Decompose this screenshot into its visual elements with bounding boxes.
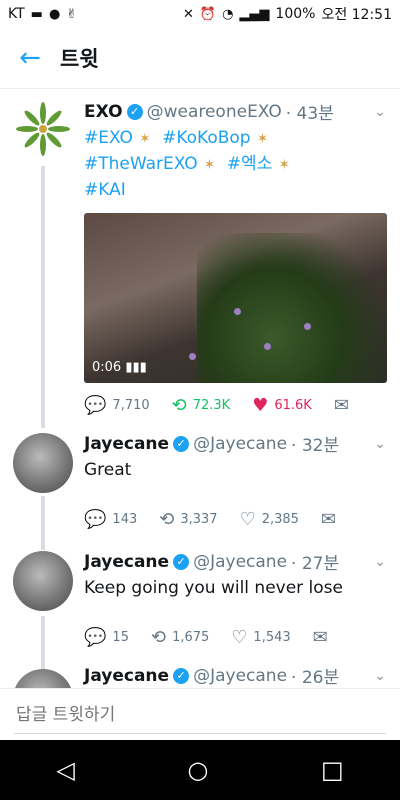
avatar[interactable] — [13, 551, 73, 611]
nav-recents-icon[interactable]: □ — [321, 756, 344, 784]
tweet-time: · 27분 — [291, 554, 340, 574]
verified-icon: ✓ — [173, 553, 190, 570]
reply-icon: 💬 — [84, 509, 107, 530]
avatar[interactable] — [13, 99, 73, 159]
chevron-down-icon[interactable]: ⌄ — [374, 436, 386, 452]
message-icon: ▬ — [30, 6, 43, 22]
flower — [304, 323, 311, 330]
tweet-actions: 💬 7,710 ⟲ 72.3K ♥ 61.6K ✉ — [84, 395, 388, 416]
tweet-actions: 💬 15 ⟲ 1,675 ♡ 1,543 ✉ — [84, 627, 388, 648]
verified-icon: ✓ — [173, 435, 190, 452]
author-name[interactable]: Jayecane — [84, 666, 169, 686]
hashtag[interactable]: #KAI — [84, 180, 126, 200]
tweet-text: Great — [84, 460, 132, 480]
page-title: 트윗 — [60, 47, 99, 71]
author-handle[interactable]: @Jayecane — [193, 666, 287, 686]
retweet-icon: ⟲ — [159, 509, 175, 530]
author-name[interactable]: EXO — [84, 102, 123, 122]
reply-composer — [0, 688, 400, 741]
retweet-button[interactable]: ⟲ 3,337 — [159, 509, 217, 530]
reply-icon: 💬 — [84, 627, 107, 648]
nav-home-icon[interactable]: ○ — [187, 756, 208, 784]
leaf-logo-icon — [16, 102, 70, 156]
chevron-down-icon[interactable]: ⌄ — [374, 554, 386, 570]
avatar[interactable] — [13, 433, 73, 493]
sparkle-icon: ✶ — [138, 131, 151, 147]
nav-back-icon[interactable]: ◁ — [56, 756, 74, 784]
volume-bars-icon: ▮▮▮ — [125, 360, 147, 375]
clock: 오전 12:51 — [321, 7, 392, 23]
tweet-time: · 43분 — [285, 104, 334, 124]
battery-level: 100% — [275, 6, 316, 22]
chevron-down-icon[interactable]: ⌄ — [374, 104, 386, 120]
author-handle[interactable]: @Jayecane — [193, 434, 287, 454]
heart-icon: ♡ — [231, 627, 248, 648]
retweet-icon: ⟲ — [150, 627, 167, 648]
author-name[interactable]: Jayecane — [84, 434, 169, 454]
verified-icon: ✓ — [126, 103, 143, 120]
carrier-label: KT — [8, 6, 25, 22]
tweet-text: Keep going you will never lose — [84, 578, 344, 598]
reply-input[interactable] — [14, 697, 386, 734]
video-duration: 0:06 ▮▮▮ — [92, 360, 147, 375]
chevron-down-icon[interactable]: ⌄ — [374, 668, 386, 684]
signal-icon: ▂▄▆ — [239, 6, 270, 22]
retweet-button[interactable]: ⟲ 72.3K — [172, 395, 231, 416]
wifi-icon: ◔ — [222, 6, 234, 22]
hashtag[interactable]: #EXO — [84, 128, 133, 148]
dm-button[interactable]: ✉ — [321, 509, 336, 530]
mail-icon: ✉ — [333, 395, 349, 416]
reply-icon: 💬 — [84, 395, 107, 416]
hashtag[interactable]: #TheWarEXO — [84, 154, 198, 174]
flower — [234, 308, 241, 315]
system-nav-bar: ◁ ○ □ — [0, 740, 400, 800]
author-name[interactable]: Jayecane — [84, 552, 169, 572]
reply-button[interactable]: 💬 7,710 — [84, 395, 150, 416]
like-button[interactable]: ♥ 61.6K — [252, 395, 312, 416]
reply-button[interactable]: 💬 143 — [84, 509, 137, 530]
video-player[interactable]: 0:06 ▮▮▮ — [84, 213, 387, 383]
back-arrow-icon[interactable]: ← — [0, 45, 60, 71]
tweet-time: · 26분 — [291, 668, 340, 688]
mail-icon: ✉ — [312, 627, 328, 648]
tweet-actions: 💬 143 ⟲ 3,337 ♡ 2,385 ✉ — [84, 509, 388, 530]
app-header: ← 트윗 — [0, 28, 400, 89]
flower — [189, 353, 196, 360]
peace-icon: ✌ — [66, 6, 78, 22]
hashtag[interactable]: #엑소 — [227, 154, 273, 174]
tweet-time: · 32분 — [291, 436, 340, 456]
sparkle-icon: ✶ — [256, 131, 269, 147]
status-bar: KT ▬ ● ✌ ✕ ⏰ ◔ ▂▄▆ 100% 오전 12:51 — [0, 0, 400, 28]
video-thumbnail — [197, 233, 387, 383]
heart-icon: ♥ — [252, 395, 269, 416]
app-icon: ● — [48, 6, 61, 22]
retweet-button[interactable]: ⟲ 1,675 — [151, 627, 209, 648]
sparkle-icon: ✶ — [203, 157, 216, 173]
heart-icon: ♡ — [239, 509, 256, 530]
hashtag[interactable]: #KoKoBop — [162, 128, 251, 148]
dm-button[interactable]: ✉ — [334, 395, 349, 416]
flower — [264, 343, 271, 350]
alarm-icon: ⏰ — [199, 6, 217, 22]
tweet[interactable]: Jayecane ✓ @Jayecane · 27분 ⌄ Keep going … — [0, 539, 400, 659]
mail-icon: ✉ — [320, 509, 337, 530]
sparkle-icon: ✶ — [278, 157, 291, 173]
retweet-icon: ⟲ — [171, 395, 187, 416]
author-handle[interactable]: @weareoneEXO — [147, 102, 282, 122]
tweet-text: #EXO ✶ #KoKoBop ✶ #TheWarEXO ✶ #엑소 ✶ #KAI — [84, 126, 388, 203]
reply-button[interactable]: 💬 15 — [84, 627, 129, 648]
dm-button[interactable]: ✉ — [313, 627, 328, 648]
like-button[interactable]: ♡ 2,385 — [240, 509, 299, 530]
tweet[interactable]: Jayecane ✓ @Jayecane · 32분 ⌄ Great 💬 143 … — [0, 421, 400, 539]
author-handle[interactable]: @Jayecane — [193, 552, 287, 572]
tweet[interactable]: EXO ✓ @weareoneEXO · 43분 ⌄ #EXO ✶ #KoKoBo… — [0, 89, 400, 419]
mute-icon: ✕ — [182, 6, 194, 22]
verified-icon: ✓ — [173, 667, 190, 684]
like-button[interactable]: ♡ 1,543 — [231, 627, 290, 648]
